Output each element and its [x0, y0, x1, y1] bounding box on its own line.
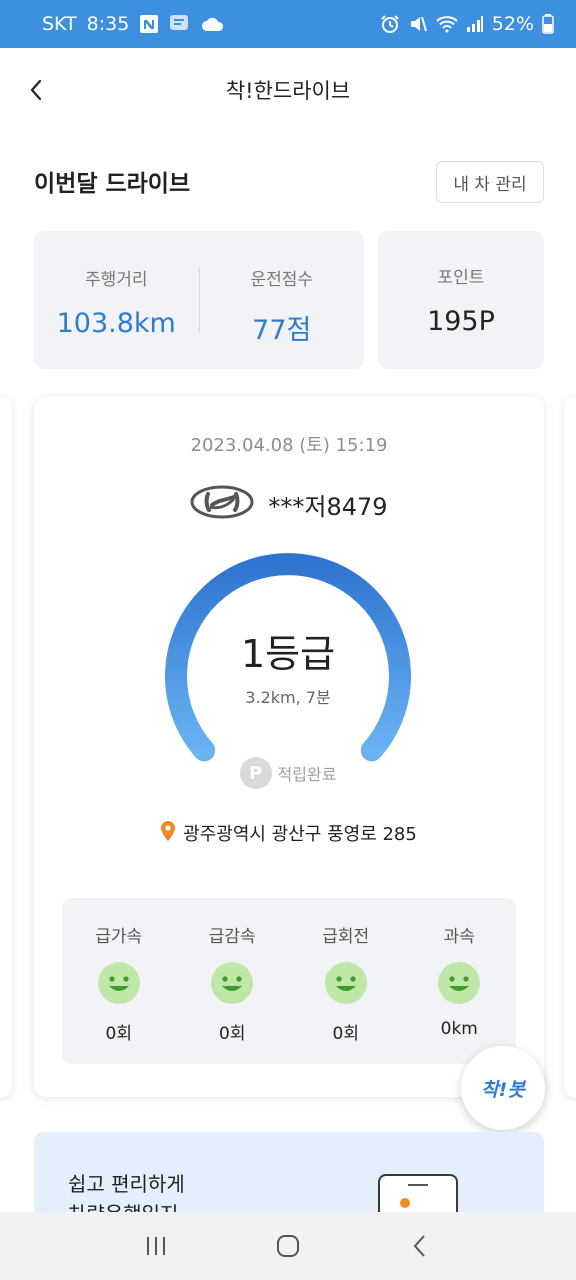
points-card[interactable]: 포인트 195P	[378, 231, 544, 369]
car-row: ***저8479	[34, 485, 544, 523]
trip-info: 3.2km, 7분	[245, 688, 331, 707]
distance-label: 주행거리	[84, 270, 148, 290]
behavior-item: 과속 0km	[403, 898, 517, 1064]
back-button[interactable]	[18, 72, 54, 108]
location-row: 광주광역시 광산구 풍영로 285	[34, 820, 544, 846]
smiley-icon	[324, 962, 367, 1004]
car-plate: ***저8479	[268, 492, 388, 521]
smiley-icon	[97, 962, 140, 1004]
driving-behavior-summary: 급가속 0회 급감속 0회 급회전 0회 과속 0km	[62, 898, 516, 1064]
app-header: 착!한드라이브	[0, 48, 576, 132]
chevron-left-icon	[30, 79, 42, 101]
carousel-prev-card[interactable]	[0, 397, 12, 1097]
battery-icon	[542, 14, 554, 34]
promo-line1: 쉽고 편리하게	[68, 1172, 185, 1196]
monthly-stats-card: 주행거리 103.8km 운전점수 77점	[34, 231, 364, 369]
signal-icon	[466, 15, 484, 33]
point-status-badge: P 적립완료	[163, 757, 413, 789]
home-icon	[277, 1235, 299, 1257]
mute-icon	[408, 14, 428, 34]
behavior-label: 과속	[443, 927, 475, 947]
behavior-value: 0km	[440, 1019, 478, 1039]
drive-card[interactable]: 2023.04.08 (토) 15:19 ***저8479 1등급 3.2km,…	[34, 397, 544, 1097]
clock: 8:35	[86, 13, 130, 35]
recent-apps-icon	[147, 1237, 165, 1255]
page-title: 착!한드라이브	[225, 79, 351, 103]
status-bar: SKT 8:35 52%	[0, 0, 576, 48]
point-p-icon: P	[239, 757, 272, 789]
car-manage-button[interactable]: 내 차 관리	[436, 161, 544, 203]
battery-percent: 52%	[491, 13, 534, 35]
system-back-button[interactable]	[396, 1222, 444, 1270]
home-button[interactable]	[264, 1222, 312, 1270]
alarm-icon	[380, 14, 400, 34]
score-gauge: 1등급 3.2km, 7분 P 적립완료	[163, 547, 413, 797]
behavior-value: 0회	[332, 1024, 359, 1044]
score-label: 운전점수	[250, 270, 314, 290]
chatbot-button[interactable]: 착!봇	[461, 1046, 545, 1130]
behavior-label: 급감속	[208, 927, 256, 947]
wifi-icon	[436, 15, 458, 33]
section-title: 이번달 드라이브	[34, 171, 191, 197]
carousel-next-card[interactable]	[564, 397, 576, 1097]
behavior-value: 0회	[105, 1024, 132, 1044]
map-dot	[400, 1198, 410, 1208]
behavior-item: 급감속 0회	[176, 898, 290, 1064]
behavior-label: 급회전	[322, 927, 370, 947]
back-icon	[413, 1235, 425, 1257]
behavior-value: 0회	[219, 1024, 246, 1044]
score-stat: 운전점수 77점	[200, 231, 365, 369]
grade-text: 1등급	[240, 632, 336, 676]
drive-date: 2023.04.08 (토) 15:19	[190, 435, 388, 456]
recent-apps-button[interactable]	[132, 1222, 180, 1270]
cloud-icon	[201, 15, 225, 33]
system-nav-bar	[0, 1212, 576, 1280]
location-text: 광주광역시 광산구 풍영로 285	[183, 824, 417, 845]
phone-speaker	[408, 1184, 428, 1186]
point-status-text: 적립완료	[277, 765, 337, 784]
points-stat: 포인트 195P	[378, 263, 544, 337]
smiley-icon	[211, 962, 254, 1004]
promo-banner[interactable]: 쉽고 편리하게 차량운행일지	[34, 1132, 544, 1212]
behavior-item: 급가속 0회	[62, 898, 176, 1064]
smiley-icon	[438, 962, 481, 1004]
distance-value: 103.8km	[56, 308, 176, 339]
location-pin-icon	[161, 821, 176, 845]
distance-stat: 주행거리 103.8km	[34, 231, 199, 369]
chat-icon	[169, 14, 191, 34]
carrier-label: SKT	[42, 13, 77, 35]
promo-line2: 차량운행일지	[68, 1198, 178, 1212]
hyundai-logo-icon	[190, 485, 254, 523]
score-value: 77점	[252, 315, 312, 346]
points-label: 포인트	[437, 268, 485, 288]
phone-illustration-icon	[378, 1174, 458, 1212]
points-value: 195P	[427, 306, 495, 337]
behavior-label: 급가속	[95, 927, 143, 947]
n-app-icon	[139, 14, 159, 34]
behavior-item: 급회전 0회	[289, 898, 403, 1064]
